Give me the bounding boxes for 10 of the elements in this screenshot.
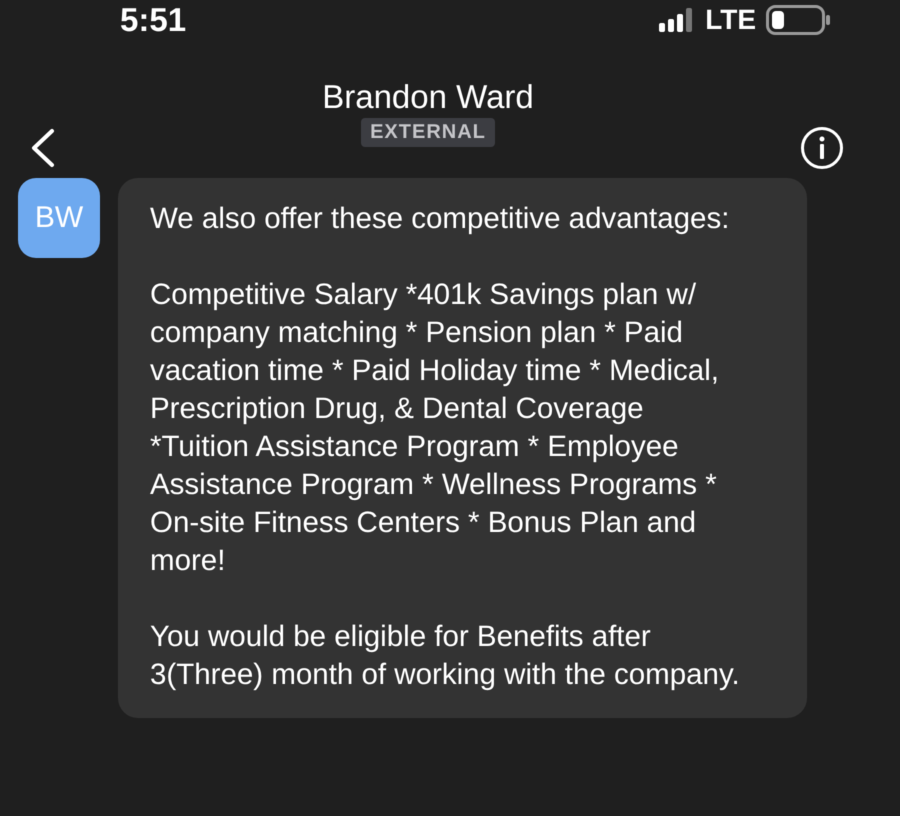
battery-icon bbox=[766, 5, 830, 35]
info-icon[interactable] bbox=[800, 126, 844, 170]
message-text: We also offer these competitive advantages: bbox=[150, 201, 730, 237]
network-label: LTE bbox=[705, 4, 756, 36]
status-time: 5:51 bbox=[120, 1, 186, 39]
message-text: You would be eligible for Benefits after 3(Three) month of working with the company. bbox=[150, 619, 740, 693]
message-text: Competitive Salary *401k Savings plan w/ company matching * Pension plan * Paid vacation time * Paid Holiday time * Medical, Prescription Drug, & Dental Coverage *Tuition Assistance Program * Employee Assistance Program * Wellness Programs * On-site Fitness Centers * Bonus Plan and more! bbox=[150, 277, 720, 579]
avatar: BW bbox=[18, 178, 100, 258]
contact-name: Brandon Ward bbox=[322, 78, 534, 116]
external-badge: EXTERNAL bbox=[361, 118, 495, 147]
